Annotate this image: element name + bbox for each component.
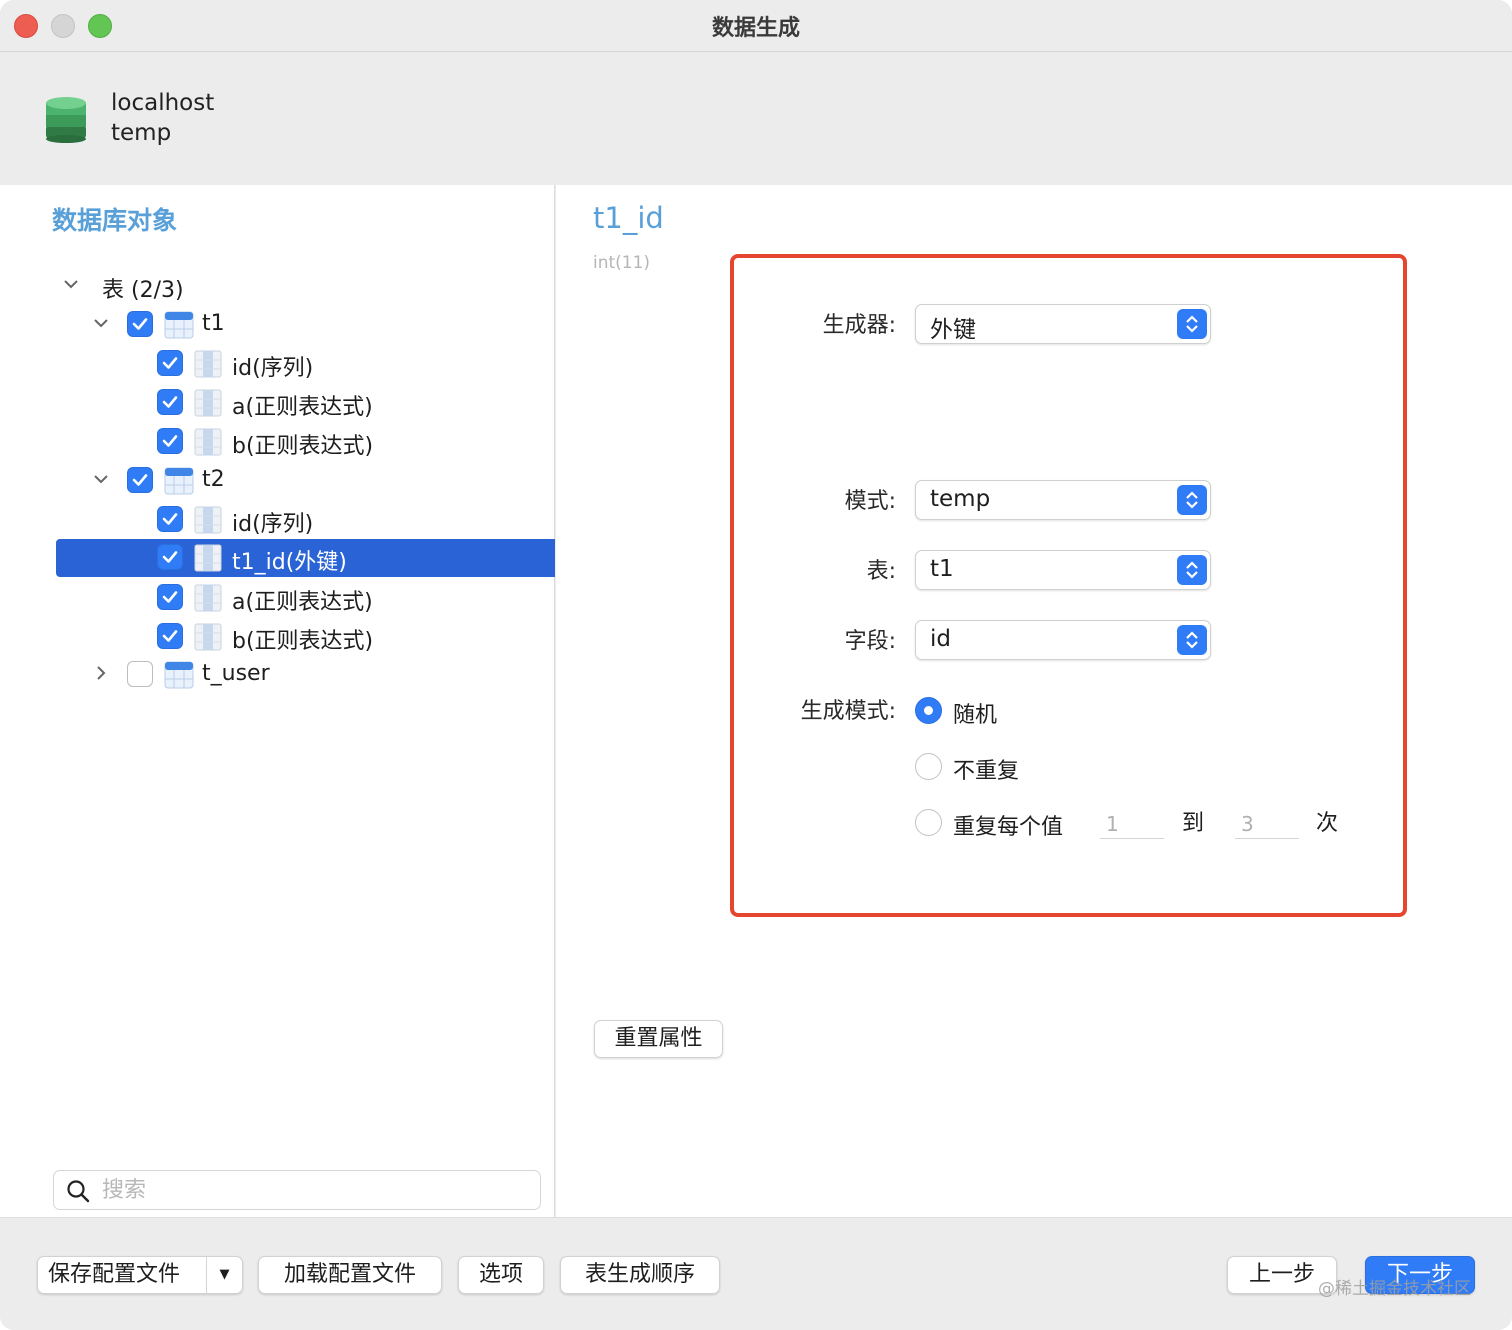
search-icon — [67, 1180, 90, 1203]
generator-label: 生成器: — [822, 313, 896, 338]
radio-label: 重复每个值 — [953, 815, 1064, 840]
database-icon — [46, 97, 86, 143]
column-icon — [194, 350, 222, 378]
load-profile-button[interactable]: 加载配置文件 — [258, 1256, 442, 1294]
checkbox-checked[interactable] — [127, 467, 153, 493]
column-icon — [194, 623, 222, 651]
checkbox-checked[interactable] — [157, 389, 183, 415]
chevron-right-icon[interactable] — [90, 662, 112, 684]
field-name-title: t1_id — [593, 201, 664, 235]
repeat-from-input[interactable] — [1100, 805, 1164, 839]
search-field[interactable] — [53, 1170, 541, 1210]
connection-database: temp — [111, 120, 172, 146]
schema-select[interactable]: temp — [915, 480, 1211, 520]
chevron-down-icon[interactable] — [60, 273, 82, 295]
table-icon — [164, 661, 194, 689]
options-button[interactable]: 选项 — [458, 1256, 544, 1294]
tree-group-label: 表 (2/3) — [102, 278, 184, 303]
tree-item-table-t1[interactable]: t1 — [0, 306, 555, 344]
repeat-to-input[interactable] — [1235, 805, 1299, 839]
select-value: id — [930, 626, 951, 652]
radio-unique[interactable] — [915, 753, 942, 780]
tree-item-label: b(正则表达式) — [232, 434, 374, 459]
select-stepper-icon — [1177, 309, 1207, 339]
tree-item-column[interactable]: id(序列) — [0, 345, 555, 383]
repeat-times-label: 次 — [1316, 811, 1339, 836]
radio-label: 不重复 — [953, 759, 1020, 784]
field-select[interactable]: id — [915, 620, 1211, 660]
column-icon — [194, 428, 222, 456]
select-stepper-icon — [1177, 625, 1207, 655]
reset-properties-button[interactable]: 重置属性 — [594, 1020, 723, 1058]
checkbox-checked[interactable] — [127, 311, 153, 337]
tree-item-label: t1_id(外键) — [232, 550, 347, 575]
tree-item-column[interactable]: a(正则表达式) — [0, 384, 555, 422]
select-stepper-icon — [1177, 555, 1207, 585]
tree-item-label: t2 — [202, 467, 225, 492]
window-title: 数据生成 — [711, 16, 800, 41]
checkbox-checked[interactable] — [157, 544, 183, 570]
table-icon — [164, 311, 194, 339]
radio-repeat-each[interactable] — [915, 809, 942, 836]
tree-item-label: a(正则表达式) — [232, 395, 373, 420]
select-value: t1 — [930, 556, 954, 582]
select-stepper-icon — [1177, 485, 1207, 515]
tree-item-column[interactable]: a(正则表达式) — [0, 579, 555, 617]
table-label: 表: — [866, 559, 896, 584]
tree-group-tables[interactable]: 表 (2/3) — [0, 267, 555, 305]
tree-item-column-selected[interactable]: t1_id(外键) — [56, 539, 555, 577]
checkbox-checked[interactable] — [157, 350, 183, 376]
radio-label: 随机 — [953, 703, 998, 728]
mode-label: 生成模式: — [800, 699, 896, 724]
checkbox-checked[interactable] — [157, 506, 183, 532]
column-icon — [194, 584, 222, 612]
checkbox-checked[interactable] — [157, 623, 183, 649]
column-icon — [194, 389, 222, 417]
tree-item-column[interactable]: id(序列) — [0, 501, 555, 539]
select-value: temp — [930, 486, 991, 512]
database-objects-panel: 数据库对象 表 (2/3) t1 id(序列) a(正则表达式) b(正则表达式… — [0, 185, 555, 1217]
tree-item-label: id(序列) — [232, 356, 314, 381]
table-order-button[interactable]: 表生成顺序 — [560, 1256, 720, 1294]
radio-random[interactable] — [915, 697, 942, 724]
select-value: 外键 — [930, 317, 976, 343]
save-profile-button[interactable]: 保存配置文件 ▼ — [37, 1256, 243, 1294]
panel-title: 数据库对象 — [52, 206, 178, 235]
dropdown-arrow-icon[interactable]: ▼ — [206, 1257, 242, 1293]
tree-item-column[interactable]: b(正则表达式) — [0, 618, 555, 656]
bottom-toolbar: 保存配置文件 ▼ 加载配置文件 选项 表生成顺序 上一步 下一步 — [0, 1217, 1512, 1330]
data-generation-window: 数据生成 localhost temp 数据库对象 表 (2/3) t1 id(… — [0, 0, 1512, 1330]
checkbox-checked[interactable] — [157, 428, 183, 454]
title-bar: 数据生成 — [0, 0, 1512, 52]
field-properties-panel: t1_id int(11) 生成器: 外键 模式: temp 表: t1 字段:… — [556, 185, 1512, 1217]
watermark: @稀土掘金技术社区 — [1318, 1279, 1471, 1299]
table-select[interactable]: t1 — [915, 550, 1211, 590]
checkbox-checked[interactable] — [157, 584, 183, 610]
tree-item-label: t1 — [202, 311, 225, 336]
tree-item-label: b(正则表达式) — [232, 629, 374, 654]
tree-item-table-t2[interactable]: t2 — [0, 462, 555, 500]
tree-item-label: id(序列) — [232, 512, 314, 537]
generator-select[interactable]: 外键 — [915, 304, 1211, 344]
checkbox-unchecked[interactable] — [127, 661, 153, 687]
field-label: 字段: — [844, 629, 896, 654]
save-profile-label: 保存配置文件 — [48, 1262, 181, 1287]
column-icon — [194, 544, 222, 572]
schema-label: 模式: — [844, 489, 896, 514]
chevron-down-icon[interactable] — [90, 468, 112, 490]
column-icon — [194, 506, 222, 534]
field-type-label: int(11) — [593, 253, 651, 273]
repeat-to-label: 到 — [1182, 811, 1205, 836]
connection-header: localhost temp — [0, 53, 1512, 185]
connection-host: localhost — [111, 90, 215, 116]
search-input[interactable] — [102, 1174, 522, 1206]
tree-item-label: t_user — [202, 661, 270, 686]
tree-item-table-t-user[interactable]: t_user — [0, 656, 555, 694]
table-icon — [164, 467, 194, 495]
tree-item-column[interactable]: b(正则表达式) — [0, 423, 555, 461]
chevron-down-icon[interactable] — [90, 312, 112, 334]
tree-item-label: a(正则表达式) — [232, 590, 373, 615]
